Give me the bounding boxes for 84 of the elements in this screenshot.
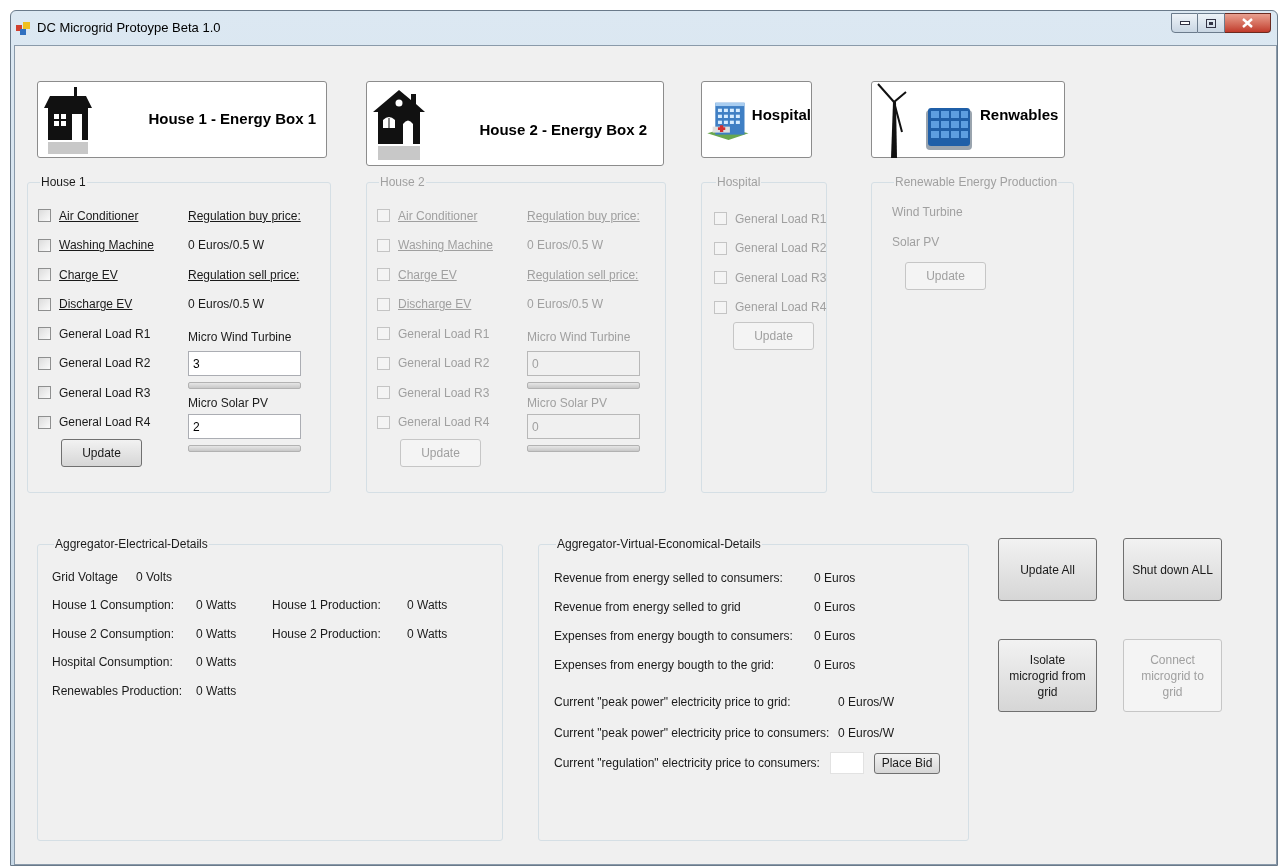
checkbox[interactable] xyxy=(38,238,51,252)
stat-value: 0 Euros xyxy=(814,569,856,587)
header-button[interactable]: Renwables xyxy=(871,81,1065,158)
checkbox-label[interactable]: General Load R1 xyxy=(59,324,151,343)
checkbox[interactable] xyxy=(38,386,51,400)
stat-value: 0 Euros xyxy=(814,627,856,645)
price-label: Regulation buy price: xyxy=(188,207,301,225)
price-label: Regulation buy price: xyxy=(527,207,640,225)
group-title: Renewable Energy Production xyxy=(894,174,1059,191)
stat-label: Revenue from energy selled to grid xyxy=(554,598,742,616)
checkbox[interactable] xyxy=(38,209,51,223)
update-button[interactable]: Update xyxy=(61,439,142,467)
group-title: Aggregator-Electrical-Details xyxy=(54,536,209,553)
stat-label: Hospital Consumption: xyxy=(52,654,174,672)
stat-label: House 1 Consumption: xyxy=(52,597,176,615)
action-button[interactable]: Shut down ALL xyxy=(1123,538,1222,601)
action-button[interactable]: Isolate microgrid from grid xyxy=(998,639,1097,712)
stat-label: House 1 Production: xyxy=(272,597,382,615)
stat-label: Expenses from energy bougth to consumers: xyxy=(554,627,794,645)
price-value: 0 Euros/0.5 W xyxy=(188,237,265,255)
stat-value: 0 Watts xyxy=(196,625,238,643)
field-label: Micro Wind Turbine xyxy=(188,329,293,346)
price-value: 0 Euros/0.5 W xyxy=(527,237,604,255)
stat-label: Current "regulation" electricity price to consumers: xyxy=(554,755,821,772)
stat-value: 0 Euros xyxy=(814,598,856,616)
maximize-icon xyxy=(1206,18,1216,28)
stat-label: House 2 Consumption: xyxy=(52,625,176,643)
checkbox-label[interactable]: Air Conditioner xyxy=(59,206,139,225)
action-button[interactable]: Update All xyxy=(998,538,1097,601)
source-label: Wind Turbine xyxy=(892,204,964,221)
window-title: DC Microgrid Protoype Beta 1.0 xyxy=(37,19,221,38)
group-title: Aggregator-Virtual-Economical-Details xyxy=(556,536,762,553)
checkbox[interactable] xyxy=(38,327,51,341)
stat-value: 0 Euros xyxy=(814,656,856,674)
checkbox[interactable] xyxy=(38,297,51,311)
header-button[interactable]: Hospital xyxy=(701,81,812,158)
checkbox[interactable] xyxy=(38,356,51,370)
stat-value: 0 Watts xyxy=(196,654,238,672)
checkbox-label[interactable]: General Load R3 xyxy=(59,383,151,402)
stat-value: 0 Euros/W xyxy=(838,694,894,712)
stat-value: 0 Watts xyxy=(196,682,238,700)
place-bid-button[interactable]: Place Bid xyxy=(874,752,940,774)
group-title: House 2 xyxy=(379,174,426,191)
field-label: Micro Wind Turbine xyxy=(527,329,632,346)
close-icon xyxy=(1242,18,1253,28)
checkbox-label[interactable]: General Load R4 xyxy=(59,413,151,432)
checkbox-label[interactable]: Charge EV xyxy=(59,265,118,284)
stat-label: Renewables Production: xyxy=(52,682,184,700)
checkbox[interactable] xyxy=(38,268,51,282)
group-title: House 1 xyxy=(40,174,87,191)
app-icon xyxy=(15,20,31,36)
input-field[interactable]: 3 xyxy=(188,351,301,376)
stat-value: 0 Watts xyxy=(407,625,449,643)
close-button[interactable] xyxy=(1225,13,1271,33)
input-field[interactable]: 2 xyxy=(188,414,301,439)
stat-value: 0 Euros/W xyxy=(838,724,894,742)
stat-label: Expenses from energy bougth to the grid: xyxy=(554,656,776,674)
price-input[interactable] xyxy=(830,752,864,774)
stat-label: House 2 Production: xyxy=(272,625,382,643)
group-title: Hospital xyxy=(716,174,762,191)
stat-value: 0 Watts xyxy=(407,597,449,615)
source-label: Solar PV xyxy=(892,233,941,251)
stat-value: 0 Volts xyxy=(136,569,173,586)
checkbox-label[interactable]: General Load R2 xyxy=(59,354,151,373)
wind-turbine-and-solar-panel-icon xyxy=(876,81,974,158)
minimize-button[interactable] xyxy=(1171,13,1198,33)
stat-label: Grid Voltage xyxy=(52,569,120,586)
minimize-icon xyxy=(1179,21,1190,25)
stat-label: Revenue from energy selled to consumers: xyxy=(554,569,784,587)
field-label: Micro Solar PV xyxy=(527,395,609,412)
checkbox-label[interactable]: Discharge EV xyxy=(59,295,133,314)
price-value: 0 Euros/0.5 W xyxy=(527,296,604,314)
price-label: Regulation sell price: xyxy=(188,266,300,284)
price-value: 0 Euros/0.5 W xyxy=(188,296,265,314)
checkbox[interactable] xyxy=(38,415,51,429)
field-label: Micro Solar PV xyxy=(188,395,270,412)
maximize-button[interactable] xyxy=(1198,13,1225,33)
checkbox-label[interactable]: Washing Machine xyxy=(59,236,154,255)
price-label: Regulation sell price: xyxy=(527,266,639,284)
stat-value: 0 Watts xyxy=(196,597,238,615)
header-button[interactable]: House 1 - Energy Box 1 xyxy=(37,81,327,158)
stat-label: Current "peak power" electricity price to grid: xyxy=(554,694,792,712)
stat-label: Current "peak power" electricity price to consumers: xyxy=(554,724,831,742)
header-button[interactable]: House 2 - Energy Box 2 xyxy=(366,81,664,166)
